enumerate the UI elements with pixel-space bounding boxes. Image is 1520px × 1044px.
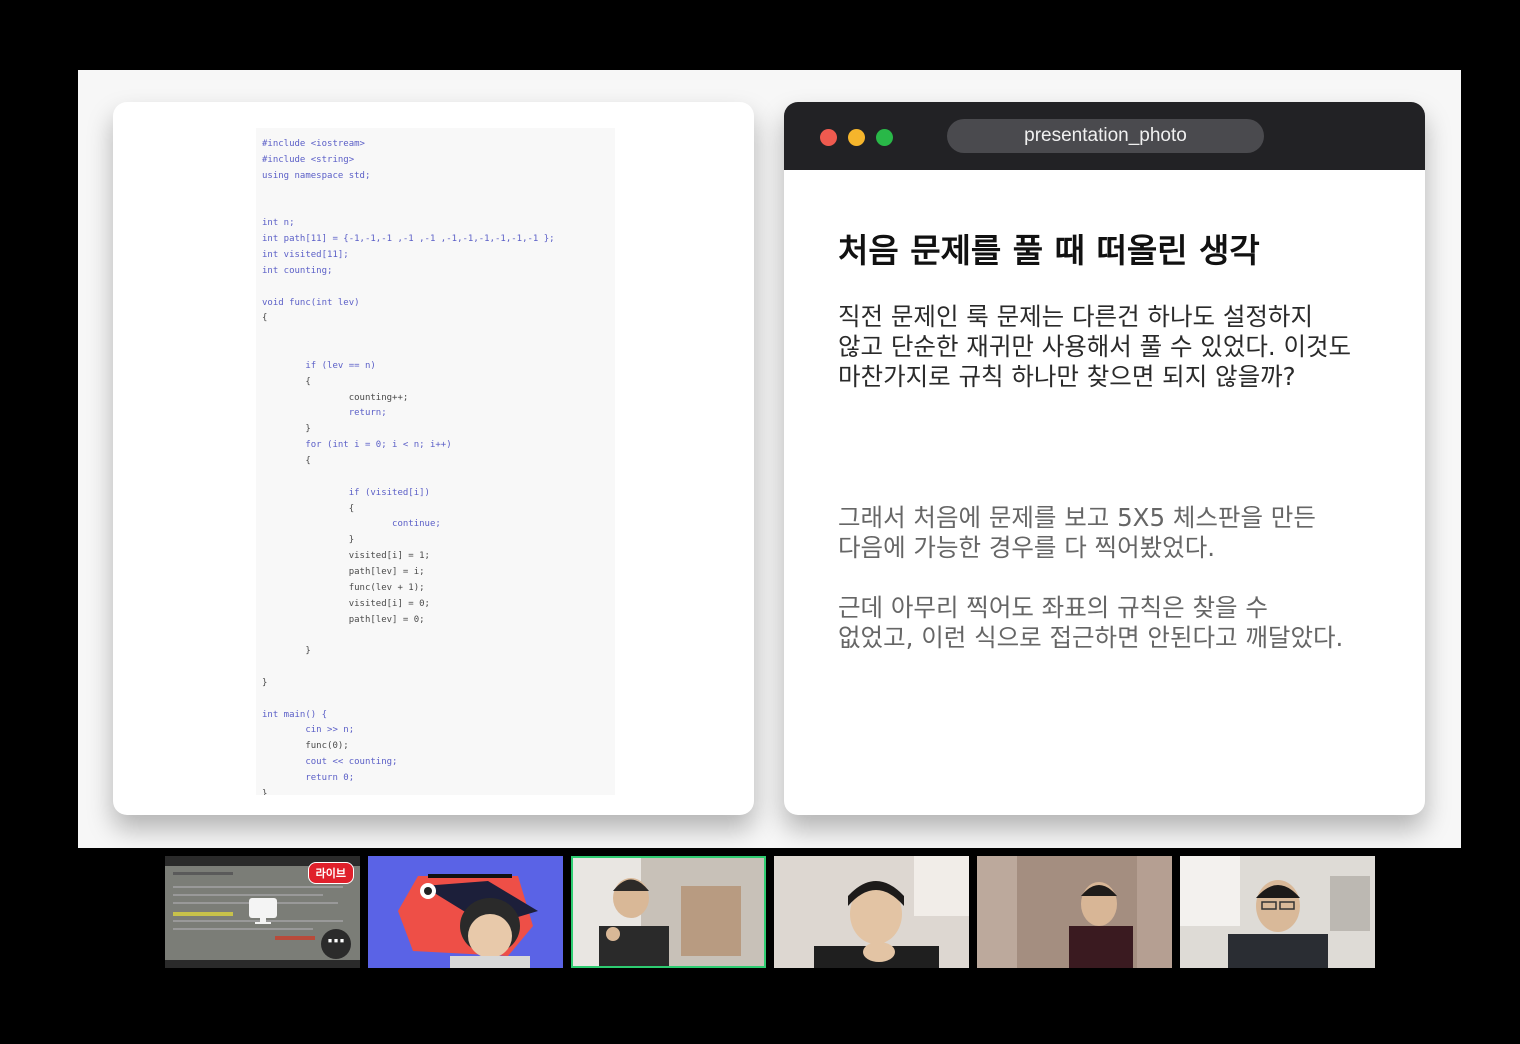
minimize-dot-icon xyxy=(848,129,865,146)
participant-tile-3[interactable] xyxy=(571,856,766,968)
code-line: int n; xyxy=(262,218,295,229)
paragraph-1: 직전 문제인 룩 문제는 다른건 하나도 설정하지 않고 단순한 재귀만 사용해… xyxy=(838,302,1403,392)
live-badge: 라이브 xyxy=(307,862,354,884)
code-line: } xyxy=(262,535,355,546)
participant-tile-5[interactable] xyxy=(977,856,1172,968)
code-line: if (visited[i]) xyxy=(262,487,430,498)
participant-3-video xyxy=(571,856,766,968)
close-dot-icon xyxy=(820,129,837,146)
shared-slide: #include <iostream> #include <string> usin… xyxy=(78,70,1461,848)
code-line: func(0); xyxy=(262,741,349,752)
code-line: path[lev] = 0; xyxy=(262,614,425,625)
code-line: cout << counting; xyxy=(262,757,398,768)
mock-window-card: presentation_photo 처음 문제를 풀 때 떠올린 생각 직전 … xyxy=(784,102,1425,815)
para-line: 없었고, 이런 식으로 접근하면 안된다고 깨달았다. xyxy=(838,623,1344,652)
code-line: { xyxy=(262,313,268,324)
participant-5-video xyxy=(977,856,1172,968)
paragraph-2: 그래서 처음에 문제를 보고 5X5 체스판을 만든 다음에 가능한 경우를 다… xyxy=(838,503,1403,563)
code-line: cin >> n; xyxy=(262,725,355,736)
window-titlebar: presentation_photo xyxy=(784,102,1425,170)
slide-heading: 처음 문제를 풀 때 떠올린 생각 xyxy=(838,231,1260,270)
code-line: return 0; xyxy=(262,773,355,783)
code-line: } xyxy=(262,788,268,795)
code-block: #include <iostream> #include <string> usin… xyxy=(256,128,615,795)
code-line: int path[11] = {-1,-1,-1 ,-1 ,-1 ,-1,-1,… xyxy=(262,234,555,245)
participant-6-video xyxy=(1180,856,1375,968)
code-line: int counting; xyxy=(262,265,333,276)
code-line: for (int i = 0; i < n; i++) xyxy=(262,440,452,451)
code-line: using namespace std; xyxy=(262,170,371,181)
code-line: continue; xyxy=(262,519,441,530)
para-line: 다음에 가능한 경우를 다 찍어봤었다. xyxy=(838,533,1216,562)
window-title: presentation_photo xyxy=(947,119,1264,153)
participant-tile-4[interactable] xyxy=(774,856,969,968)
para-line: 근데 아무리 찍어도 좌표의 규칙은 찾을 수 xyxy=(838,593,1268,622)
code-line: { xyxy=(262,503,355,514)
code-line: } xyxy=(262,677,268,688)
code-line: path[lev] = i; xyxy=(262,566,425,577)
code-card: #include <iostream> #include <string> usin… xyxy=(113,102,754,815)
code-line: } xyxy=(262,424,311,435)
para-line: 직전 문제인 룩 문제는 다른건 하나도 설정하지 xyxy=(838,302,1313,331)
code-line: void func(int lev) xyxy=(262,297,360,308)
code-line: int main() { xyxy=(262,709,328,720)
code-line: #include <string> xyxy=(262,154,355,165)
para-line: 마찬가지로 규칙 하나만 찾으면 되지 않을까? xyxy=(838,362,1296,391)
code-line: visited[i] = 0; xyxy=(262,598,430,609)
code-line: if (lev == n) xyxy=(262,360,376,371)
maximize-dot-icon xyxy=(876,129,893,146)
more-options-button[interactable]: ⋯ xyxy=(321,929,351,959)
paragraph-3: 근데 아무리 찍어도 좌표의 규칙은 찾을 수 없었고, 이런 식으로 접근하면… xyxy=(838,593,1403,653)
participant-4-video xyxy=(774,856,969,968)
code-line: { xyxy=(262,456,311,466)
code-line: func(lev + 1); xyxy=(262,582,425,593)
para-line: 그래서 처음에 문제를 보고 5X5 체스판을 만든 xyxy=(838,503,1316,532)
code-line: #include <iostream> xyxy=(262,139,365,149)
code-line: int visited[11]; xyxy=(262,249,349,260)
screen-share-tile[interactable]: 라이브 ⋯ xyxy=(165,856,360,968)
code-line: return; xyxy=(262,408,387,419)
code-line: visited[i] = 1; xyxy=(262,551,430,562)
participant-tile-6[interactable] xyxy=(1180,856,1375,968)
participant-tile-2[interactable] xyxy=(368,856,563,968)
para-line: 않고 단순한 재귀만 사용해서 풀 수 있었다. 이것도 xyxy=(838,332,1352,361)
code-line: { xyxy=(262,376,311,387)
participant-2-video xyxy=(368,856,563,968)
code-line: } xyxy=(262,646,311,657)
code-line: counting++; xyxy=(262,392,409,403)
